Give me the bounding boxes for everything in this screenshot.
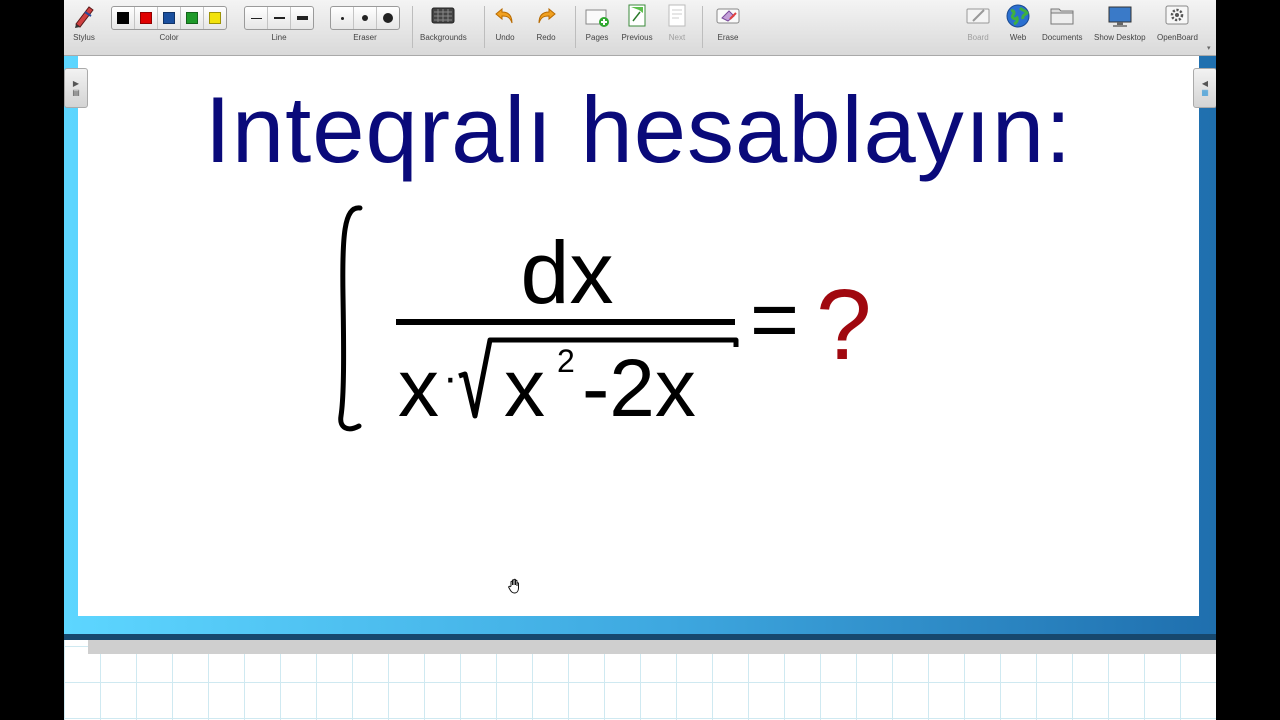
pages-button[interactable]: Pages [581, 2, 613, 42]
redo-label: Redo [536, 33, 556, 42]
expand-left-icon: ◀ [1201, 79, 1209, 88]
board-button[interactable]: Board [962, 2, 994, 42]
previous-page-button[interactable]: Previous [621, 2, 653, 42]
line-width-selector [244, 6, 314, 30]
menu-chevron-icon[interactable]: ▾ [1207, 44, 1211, 52]
main-toolbar: Stylus Color Line Eraser Backgrounds Und… [64, 0, 1216, 56]
erase-button[interactable]: Erase [712, 2, 744, 42]
color-yellow[interactable] [204, 7, 226, 29]
color-red[interactable] [135, 7, 158, 29]
radicand-rest: -2x [582, 343, 696, 434]
board-area: Inteqralı hesablayın: dx x · x 2 -2x = ?… [64, 56, 1216, 640]
redo-icon [530, 2, 562, 30]
grid-background [64, 640, 1216, 720]
next-label: Next [668, 33, 686, 42]
line-label: Line [271, 33, 287, 42]
stylus-button[interactable]: Stylus [68, 2, 100, 42]
show-desktop-button[interactable]: Show Desktop [1094, 2, 1146, 42]
web-label: Web [1009, 33, 1027, 42]
board-icon [962, 2, 994, 30]
gear-icon [1161, 2, 1193, 30]
stylus-icon [68, 2, 100, 30]
monitor-icon [1104, 2, 1136, 30]
undo-button[interactable]: Undo [489, 2, 521, 42]
documents-button[interactable]: Documents [1042, 2, 1082, 42]
board-page[interactable]: Inteqralı hesablayın: dx x · x 2 -2x = ? [78, 56, 1199, 616]
erase-label: Erase [717, 33, 739, 42]
equals-sign: = [750, 272, 799, 366]
color-label: Color [159, 33, 179, 42]
backgrounds-label: Backgrounds [420, 33, 467, 42]
web-button[interactable]: Web [1002, 2, 1034, 42]
stylus-label: Stylus [73, 33, 95, 42]
undo-icon [489, 2, 521, 30]
add-page-icon [581, 2, 613, 30]
eraser-group: Eraser [330, 2, 400, 42]
exponent: 2 [557, 343, 575, 379]
color-blue[interactable] [158, 7, 181, 29]
openboard-window: Stylus Color Line Eraser Backgrounds Und… [64, 0, 1216, 720]
color-green[interactable] [181, 7, 204, 29]
eraser-large[interactable] [377, 7, 399, 29]
board-label: Board [967, 33, 989, 42]
eraser-medium[interactable] [354, 7, 377, 29]
erase-icon [712, 2, 744, 30]
page-list-icon: ▤ [72, 88, 80, 97]
openboard-label: OpenBoard [1157, 33, 1198, 42]
line-thin[interactable] [245, 7, 268, 29]
page-shadow [88, 640, 1216, 654]
globe-icon [1002, 2, 1034, 30]
library-icon: ▦ [1201, 88, 1209, 97]
color-selector [111, 6, 227, 30]
openboard-menu-button[interactable]: OpenBoard [1157, 2, 1198, 42]
radicand-x: x [504, 343, 545, 434]
eraser-size-selector [330, 6, 400, 30]
redo-button[interactable]: Redo [530, 2, 562, 42]
left-panel-toggle[interactable]: ▶ ▤ [64, 68, 88, 108]
backgrounds-icon [427, 2, 459, 30]
right-panel-toggle[interactable]: ◀ ▦ [1193, 68, 1216, 108]
undo-label: Undo [495, 33, 515, 42]
color-black[interactable] [112, 7, 135, 29]
numerator: dx [521, 223, 614, 322]
color-group: Color [111, 2, 227, 42]
expand-right-icon: ▶ [72, 79, 80, 88]
hand-cursor-icon [508, 578, 519, 594]
next-page-button[interactable]: Next [661, 2, 693, 42]
backgrounds-button[interactable]: Backgrounds [420, 2, 467, 42]
fraction-bar [396, 319, 735, 325]
line-medium[interactable] [268, 7, 291, 29]
previous-page-icon [621, 2, 653, 30]
line-thick[interactable] [291, 7, 313, 29]
pages-label: Pages [585, 33, 609, 42]
folder-icon [1046, 2, 1078, 30]
multiplication-dot: · [443, 353, 458, 402]
eraser-small[interactable] [331, 7, 354, 29]
eraser-label: Eraser [353, 33, 377, 42]
question-mark: ? [816, 269, 872, 381]
next-page-icon [661, 2, 693, 30]
previous-label: Previous [621, 33, 653, 42]
documents-label: Documents [1042, 33, 1083, 42]
line-group: Line [244, 2, 314, 42]
denominator-x: x [398, 343, 439, 434]
integral-formula: dx x · x 2 -2x = ? [338, 205, 872, 434]
integral-sign [338, 205, 363, 432]
show-desktop-label: Show Desktop [1094, 33, 1146, 42]
